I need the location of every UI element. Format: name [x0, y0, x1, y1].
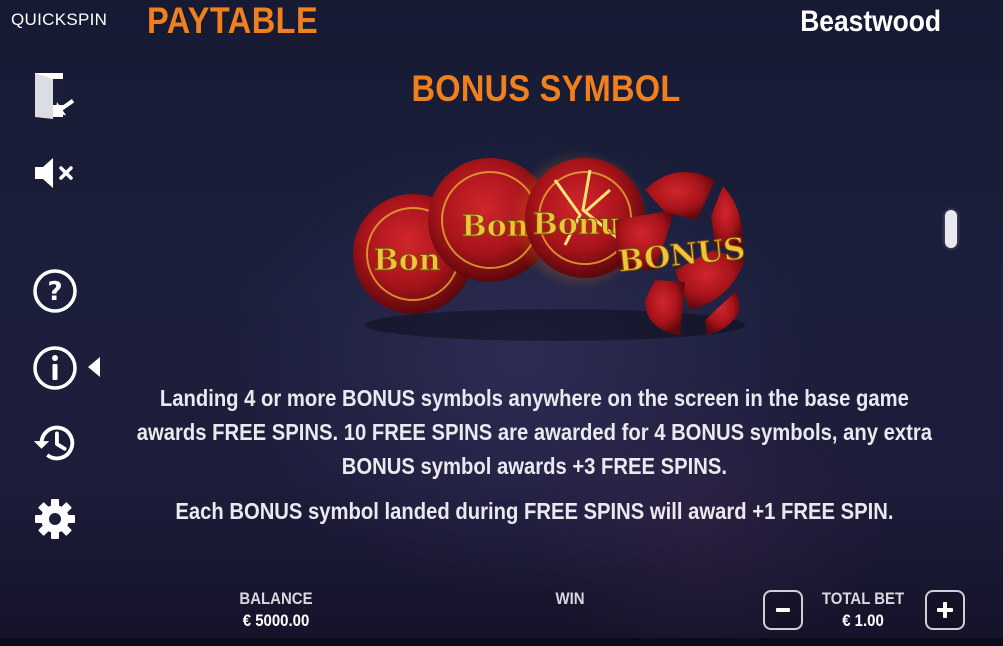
svg-text:Bon: Bon	[373, 243, 440, 278]
sound-muted-icon	[35, 158, 73, 188]
section-title: BONUS SYMBOL	[411, 68, 681, 109]
svg-text:Bonu: Bonu	[533, 207, 622, 242]
info-icon	[33, 346, 77, 390]
total-bet-label: TOTAL BET	[821, 589, 905, 608]
help-button[interactable]: ?	[30, 266, 80, 316]
history-icon	[33, 425, 75, 461]
help-icon: ?	[33, 269, 77, 313]
total-bet-value: € 1.00	[842, 611, 884, 630]
sound-toggle-button[interactable]	[30, 148, 80, 198]
decrease-bet-button[interactable]	[763, 590, 803, 630]
bottom-bar-strip	[0, 638, 1003, 646]
info-button[interactable]	[30, 343, 80, 393]
bonus-description-paragraph: Landing 4 or more BONUS symbols anywhere…	[90, 381, 979, 483]
minus-icon	[776, 608, 790, 612]
bonus-description-line: BONUS symbol awards +3 FREE SPINS.	[341, 453, 728, 479]
content-scrollbar[interactable]	[945, 210, 957, 248]
plus-icon	[937, 602, 953, 618]
settings-button[interactable]	[30, 494, 80, 544]
paytable-title: PAYTABLE	[147, 0, 319, 41]
game-title: Beastwood	[800, 5, 941, 38]
free-spins-description: Each BONUS symbol landed during FREE SPI…	[175, 498, 894, 524]
win-label: WIN	[555, 589, 585, 608]
bonus-description-line: Landing 4 or more BONUS symbols anywhere…	[159, 385, 909, 411]
quickspin-logo: QUICKSPIN	[11, 10, 108, 29]
history-button[interactable]	[30, 418, 80, 468]
bonus-description-line: awards FREE SPINS. 10 FREE SPINS are awa…	[136, 419, 933, 445]
active-menu-pointer-icon	[88, 357, 100, 377]
bonus-symbol-animation-image: Bon Bon Bonu BONUS	[353, 150, 747, 341]
balance-value: € 5000.00	[242, 611, 310, 630]
settings-gear-icon	[35, 499, 75, 539]
svg-text:?: ?	[47, 277, 62, 307]
balance-label: BALANCE	[239, 589, 313, 608]
increase-bet-button[interactable]	[925, 590, 965, 630]
